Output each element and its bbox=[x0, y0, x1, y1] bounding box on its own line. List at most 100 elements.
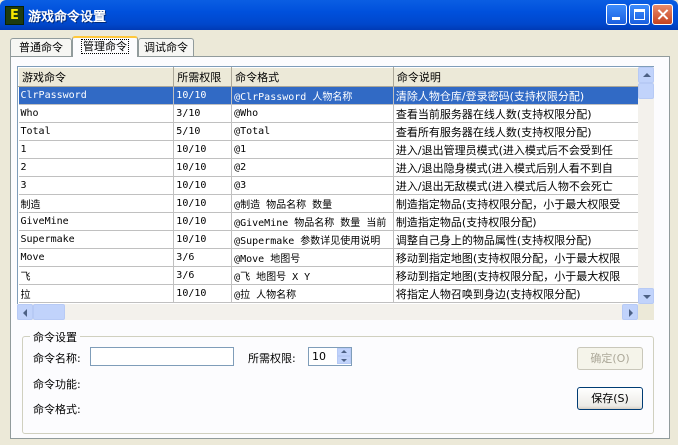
column-header-format[interactable]: 命令格式 bbox=[231, 67, 394, 87]
table-row[interactable]: Supermake 10/10 @Supermake 参数详见使用说明 调整自己身上的… bbox=[18, 230, 653, 249]
table-row[interactable]: 2 10/10 @2 进入/退出隐身模式(进入模式后别人看不到自 bbox=[18, 158, 653, 177]
table-row[interactable]: 飞 3/6 @飞 地图号 X Y 移动到指定地图(支持权限分配，小于最大权限 bbox=[18, 266, 653, 285]
scroll-left-button[interactable] bbox=[17, 304, 33, 320]
cell-description: 移动到指定地图(支持权限分配，小于最大权限 bbox=[393, 266, 653, 285]
table-row[interactable]: 3 10/10 @3 进入/退出无敌模式(进入模式后人物不会死亡 bbox=[18, 176, 653, 195]
cell-description: 进入/退出管理员模式(进入模式后不会受到任 bbox=[393, 140, 653, 159]
table-row[interactable]: 制造 10/10 @制造 物品名称 数量 制造指定物品(支持权限分配，小于最大权限受 bbox=[18, 194, 653, 213]
cell-permission: 10/10 bbox=[173, 284, 233, 303]
cell-command: ClrPassword bbox=[18, 86, 175, 105]
vertical-scroll-thumb[interactable] bbox=[638, 83, 654, 99]
permission-label: 所需权限: bbox=[248, 352, 296, 365]
cell-description: 进入/退出隐身模式(进入模式后别人看不到自 bbox=[393, 158, 653, 177]
group-legend: 命令设置 bbox=[30, 329, 80, 345]
table-row[interactable]: Move 3/6 @Move 地图号 移动到指定地图(支持权限分配，小于最大权限 bbox=[18, 248, 653, 267]
cell-permission: 10/10 bbox=[173, 176, 233, 195]
cell-format: @飞 地图号 X Y bbox=[231, 266, 394, 285]
cell-command: 飞 bbox=[18, 266, 175, 285]
table-header-row: 游戏命令 所需权限 命令格式 命令说明 bbox=[18, 67, 653, 87]
table-row[interactable]: Total 5/10 @Total 查看所有服务器在线人数(支持权限分配) bbox=[18, 122, 653, 141]
close-button[interactable] bbox=[652, 4, 673, 25]
cell-description: 清除人物仓库/登录密码(支持权限分配) bbox=[393, 86, 653, 105]
cell-format: @ClrPassword 人物名称 bbox=[231, 86, 394, 105]
cell-format: @Total bbox=[231, 122, 394, 141]
cell-command: 拉 bbox=[18, 284, 175, 303]
table-row[interactable]: 1 10/10 @1 进入/退出管理员模式(进入模式后不会受到任 bbox=[18, 140, 653, 159]
maximize-icon bbox=[634, 9, 645, 20]
cell-description: 将指定人物召唤到身边(支持权限分配) bbox=[393, 284, 653, 303]
permission-stepper[interactable]: 10 bbox=[308, 347, 352, 366]
cell-permission: 10/10 bbox=[173, 158, 233, 177]
cell-command: 制造 bbox=[18, 194, 175, 213]
horizontal-scrollbar[interactable] bbox=[17, 304, 638, 320]
tab-debug-commands[interactable]: 调试命令 bbox=[138, 38, 194, 56]
table-row[interactable]: Who 3/10 @Who 查看当前服务器在线人数(支持权限分配) bbox=[18, 104, 653, 123]
table-row[interactable]: GiveMine 10/10 @GiveMine 物品名称 数量 当前 制造指定物品(… bbox=[18, 212, 653, 231]
cell-command: 3 bbox=[18, 176, 175, 195]
scroll-up-button[interactable] bbox=[638, 67, 654, 83]
cell-description: 调整自己身上的物品属性(支持权限分配) bbox=[393, 230, 653, 249]
vertical-scrollbar[interactable] bbox=[638, 67, 654, 304]
cell-permission: 3/6 bbox=[173, 248, 233, 267]
app-e-icon[interactable]: E bbox=[5, 6, 24, 25]
window: E 游戏命令设置 普通命令 管理命令 调试命令 游戏命令 所需权限 命令格式 命… bbox=[0, 0, 678, 445]
cell-command: Who bbox=[18, 104, 175, 123]
cell-format: @GiveMine 物品名称 数量 当前 bbox=[231, 212, 394, 231]
command-name-label: 命令名称: bbox=[33, 352, 81, 365]
arrow-right-icon bbox=[629, 309, 633, 317]
cell-command: 2 bbox=[18, 158, 175, 177]
table-row[interactable]: 拉 10/10 @拉 人物名称 将指定人物召唤到身边(支持权限分配) bbox=[18, 284, 653, 303]
tab-normal-commands[interactable]: 普通命令 bbox=[10, 38, 72, 56]
stepper-up-button[interactable] bbox=[337, 348, 351, 356]
scroll-down-button[interactable] bbox=[638, 288, 654, 304]
cell-format: @Move 地图号 bbox=[231, 248, 394, 267]
horizontal-scroll-thumb[interactable] bbox=[33, 304, 65, 320]
cell-permission: 10/10 bbox=[173, 212, 233, 231]
arrow-up-icon bbox=[643, 73, 651, 77]
table-row[interactable]: ClrPassword 10/10 @ClrPassword 人物名称 清除人物仓库/… bbox=[18, 86, 653, 105]
confirm-button[interactable]: 确定(O) bbox=[577, 347, 643, 370]
stepper-down-button[interactable] bbox=[337, 356, 351, 364]
cell-format: @制造 物品名称 数量 bbox=[231, 194, 394, 213]
cell-format: @3 bbox=[231, 176, 394, 195]
permission-value: 10 bbox=[312, 350, 326, 363]
cell-description: 查看所有服务器在线人数(支持权限分配) bbox=[393, 122, 653, 141]
cell-description: 进入/退出无敌模式(进入模式后人物不会死亡 bbox=[393, 176, 653, 195]
cell-permission: 5/10 bbox=[173, 122, 233, 141]
arrow-up-icon bbox=[341, 350, 347, 353]
cell-command: GiveMine bbox=[18, 212, 175, 231]
column-header-description[interactable]: 命令说明 bbox=[392, 67, 653, 87]
scrollbar-corner bbox=[638, 304, 654, 320]
cell-permission: 10/10 bbox=[173, 230, 233, 249]
cell-command: Move bbox=[18, 248, 175, 267]
command-table-grid: 游戏命令 所需权限 命令格式 命令说明 ClrPassword 10/10 @Clr… bbox=[18, 67, 653, 303]
cell-permission: 10/10 bbox=[173, 140, 233, 159]
cell-command: 1 bbox=[18, 140, 175, 159]
cell-permission: 10/10 bbox=[173, 194, 233, 213]
column-header-permission[interactable]: 所需权限 bbox=[173, 67, 233, 87]
save-button[interactable]: 保存(S) bbox=[577, 387, 643, 410]
window-title: 游戏命令设置 bbox=[28, 10, 107, 25]
cell-description: 移动到指定地图(支持权限分配，小于最大权限 bbox=[393, 248, 653, 267]
command-name-input[interactable] bbox=[90, 347, 234, 366]
cell-command: Total bbox=[18, 122, 175, 141]
title-bar[interactable]: E 游戏命令设置 bbox=[0, 0, 678, 30]
cell-format: @Who bbox=[231, 104, 394, 123]
tab-admin-commands[interactable]: 管理命令 bbox=[72, 36, 138, 57]
cell-description: 查看当前服务器在线人数(支持权限分配) bbox=[393, 104, 653, 123]
minimize-icon bbox=[612, 17, 620, 20]
command-table[interactable]: 游戏命令 所需权限 命令格式 命令说明 ClrPassword 10/10 @Clr… bbox=[17, 66, 654, 320]
arrow-down-icon bbox=[643, 295, 651, 299]
maximize-button[interactable] bbox=[629, 4, 650, 25]
cell-description: 制造指定物品(支持权限分配) bbox=[393, 212, 653, 231]
arrow-down-icon bbox=[341, 359, 347, 362]
column-header-command[interactable]: 游戏命令 bbox=[18, 67, 175, 87]
scroll-right-button[interactable] bbox=[622, 304, 638, 320]
cell-description: 制造指定物品(支持权限分配，小于最大权限受 bbox=[393, 194, 653, 213]
cell-permission: 3/10 bbox=[173, 104, 233, 123]
cell-permission: 10/10 bbox=[173, 86, 233, 105]
minimize-button[interactable] bbox=[606, 4, 627, 25]
cell-format: @1 bbox=[231, 140, 394, 159]
cell-format: @拉 人物名称 bbox=[231, 284, 394, 303]
arrow-left-icon bbox=[23, 309, 27, 317]
